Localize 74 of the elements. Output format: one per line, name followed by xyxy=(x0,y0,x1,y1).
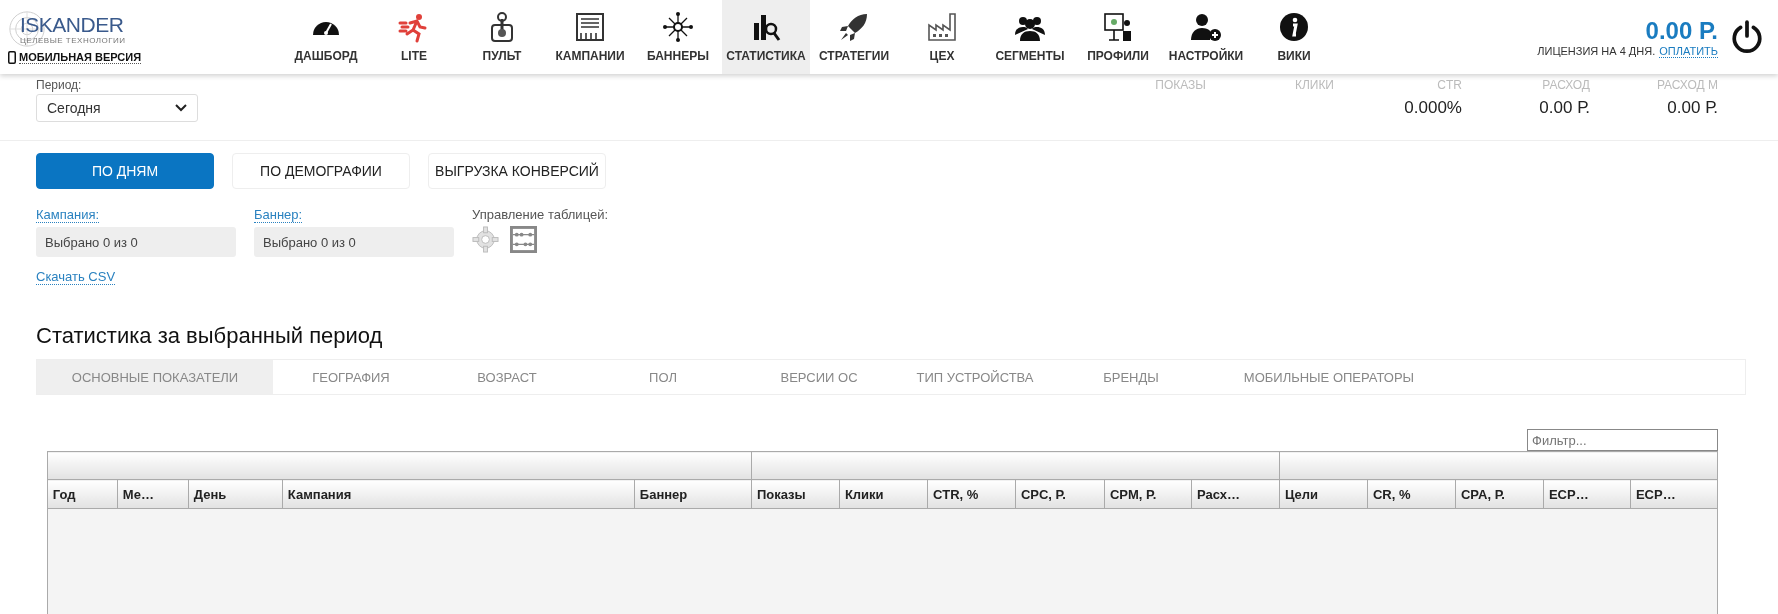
tab[interactable]: ВЕРСИИ ОС xyxy=(741,360,897,394)
metric-label: CTR xyxy=(1437,78,1462,92)
mode-button[interactable]: ВЫГРУЗКА КОНВЕРСИЙ xyxy=(428,153,606,189)
column-header[interactable]: CTR, % xyxy=(927,479,1016,509)
license-text: ЛИЦЕНЗИЯ НА 4 ДНЯ. xyxy=(1537,44,1656,58)
mode-button[interactable]: ПО ДНЯМ xyxy=(36,153,214,189)
info-icon xyxy=(1278,11,1310,43)
column-header[interactable]: Показы xyxy=(751,479,840,509)
metric-value: 0.00 Р. xyxy=(1667,98,1718,118)
column-header[interactable]: День xyxy=(188,479,283,509)
selection-field[interactable]: Выбрано 0 из 0 xyxy=(254,227,454,257)
balance-amount: 0.00 Р. xyxy=(1645,16,1718,45)
filter-link[interactable]: Кампания: xyxy=(36,207,100,223)
selection-field[interactable]: Выбрано 0 из 0 xyxy=(36,227,236,257)
period-select[interactable]: Сегодня xyxy=(36,94,198,122)
column-header[interactable]: Кампания xyxy=(282,479,635,509)
section-title: Статистика за выбранный период xyxy=(36,323,384,349)
column-header[interactable]: CPA, Р. xyxy=(1455,479,1544,509)
pay-link[interactable]: ОПЛАТИТЬ xyxy=(1659,44,1718,58)
logo-tagline: ЦЕЛЕВЫЕ ТЕХНОЛОГИИ xyxy=(20,35,126,45)
nav-item[interactable]: НАСТРОЙКИ xyxy=(1162,0,1250,74)
user-icon xyxy=(1190,11,1222,43)
settings-icon[interactable] xyxy=(472,226,499,253)
metric-label: ПОКАЗЫ xyxy=(1155,78,1206,92)
tab[interactable]: ТИП УСТРОЙСТВА xyxy=(897,360,1053,394)
network-icon xyxy=(662,11,694,43)
nav-item[interactable]: ВИКИ xyxy=(1250,0,1338,74)
nav-item[interactable]: ДАШБОРД xyxy=(282,0,370,74)
nav-item[interactable]: БАННЕРЫ xyxy=(634,0,722,74)
factory-icon xyxy=(926,11,958,43)
table-controls-label: Управление таблицей: xyxy=(472,207,609,222)
mode-button[interactable]: ПО ДЕМОГРАФИИ xyxy=(232,153,410,189)
column-header[interactable]: Клики xyxy=(839,479,928,509)
filter-link[interactable]: Баннер: xyxy=(254,207,303,223)
column-header[interactable]: Ме… xyxy=(117,479,189,509)
power-icon[interactable] xyxy=(1730,20,1764,54)
column-header[interactable]: CR, % xyxy=(1367,479,1456,509)
presenter-icon xyxy=(1102,11,1134,43)
tab[interactable]: МОБИЛЬНЫЕ ОПЕРАТОРЫ xyxy=(1209,360,1449,394)
metric-label: РАСХОД М xyxy=(1656,78,1718,92)
metric-label: РАСХОД xyxy=(1542,78,1590,92)
column-header[interactable]: ECP… xyxy=(1543,479,1631,509)
nav-item[interactable]: КАМПАНИИ xyxy=(546,0,634,74)
filter-field[interactable]: Фильтр... xyxy=(1527,429,1718,451)
board-icon xyxy=(574,11,606,43)
period-label: Период: xyxy=(36,78,83,92)
rocket-icon xyxy=(838,11,870,43)
tab[interactable]: ПОЛ xyxy=(585,360,741,394)
nav-item[interactable]: LITE xyxy=(370,0,458,74)
logo-text: ISKANDER xyxy=(20,13,125,36)
metric-value: 0.000% xyxy=(1404,98,1462,118)
column-header[interactable]: Цели xyxy=(1279,479,1368,509)
column-header[interactable]: Год xyxy=(47,479,118,509)
nav-item[interactable]: ПУЛЬТ xyxy=(458,0,546,74)
column-header[interactable]: Расх… xyxy=(1191,479,1280,509)
column-header[interactable]: ECP… xyxy=(1630,479,1718,509)
column-header[interactable]: CPM, Р. xyxy=(1104,479,1192,509)
phone-icon xyxy=(8,51,16,64)
chevron-down-icon xyxy=(175,104,187,112)
nav-item[interactable]: СЕГМЕНТЫ xyxy=(986,0,1074,74)
nav-item[interactable]: СТАТИСТИКА xyxy=(722,0,810,74)
nav-item[interactable]: ЦЕХ xyxy=(898,0,986,74)
metric-label: КЛИКИ xyxy=(1294,78,1334,92)
download-csv-link[interactable]: Скачать CSV xyxy=(36,269,116,285)
metric-value: 0.00 Р. xyxy=(1539,98,1590,118)
column-header[interactable]: Баннер xyxy=(634,479,752,509)
nav-item[interactable]: СТРАТЕГИИ xyxy=(810,0,898,74)
tab[interactable]: ГЕОГРАФИЯ xyxy=(273,360,429,394)
mobile-version-link[interactable]: МОБИЛЬНАЯ ВЕРСИЯ xyxy=(19,51,142,64)
tab[interactable]: ВОЗРАСТ xyxy=(429,360,585,394)
nav-item[interactable]: ПРОФИЛИ xyxy=(1074,0,1162,74)
tab[interactable]: БРЕНДЫ xyxy=(1053,360,1209,394)
abacus-icon[interactable] xyxy=(510,226,537,253)
column-header[interactable]: CPC, Р. xyxy=(1015,479,1105,509)
